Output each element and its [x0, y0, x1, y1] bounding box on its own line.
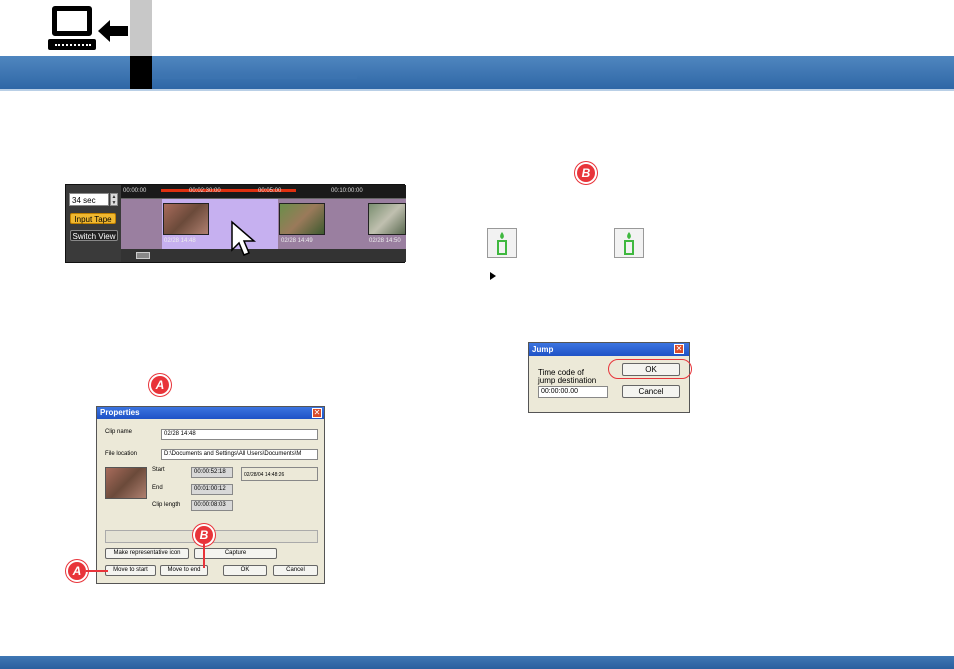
clip-name-field[interactable]: 02/28 14:48 — [161, 429, 318, 440]
file-location-field[interactable]: D:\Documents and Settings\All Users\Docu… — [161, 449, 318, 460]
make-representative-icon-button[interactable]: Make representative icon — [105, 548, 189, 559]
clip-thumbnail[interactable] — [163, 203, 209, 235]
end-label: End — [152, 485, 163, 491]
header-stripe — [152, 75, 357, 79]
jump-cancel-button[interactable]: Cancel — [622, 385, 680, 398]
input-tape-button[interactable]: Input Tape — [70, 213, 116, 224]
header-black-tab — [130, 56, 152, 89]
clip-label: 02/28 14:49 — [281, 238, 313, 244]
keyboard-dots — [55, 44, 91, 46]
scrollbar-thumb[interactable] — [136, 252, 150, 259]
callout-line-a — [86, 570, 108, 572]
ruler-tick: 00:02:30:00 — [189, 188, 221, 194]
marker-b-right: B — [577, 164, 595, 182]
ruler-tick: 00:05:00 — [258, 188, 282, 194]
marker-a-callout: A — [68, 562, 86, 580]
marker-b-badge: B — [195, 526, 213, 544]
clip-length-label: Clip length — [152, 502, 181, 508]
candle-button[interactable] — [487, 228, 517, 258]
move-to-start-button[interactable]: Move to start — [105, 565, 156, 576]
close-icon[interactable]: ✕ — [312, 408, 322, 418]
duration-spinner[interactable]: ▲ ▼ — [110, 193, 118, 206]
clip-length-value: 00:00:08:03 — [191, 500, 233, 511]
close-icon[interactable]: ✕ — [674, 344, 684, 354]
candle-icon — [624, 232, 634, 255]
jump-label-line2: jump destination — [538, 376, 597, 385]
clip-thumbnail[interactable] — [279, 203, 325, 235]
properties-dialog: Properties ✕ Clip name 02/28 14:48 File … — [96, 406, 325, 584]
capture-button[interactable]: Capture — [194, 548, 277, 559]
callout-line-b — [203, 544, 205, 568]
start-label: Start — [152, 467, 165, 473]
switch-view-button[interactable]: Switch View — [70, 230, 118, 241]
duration-field[interactable]: 34 sec — [69, 193, 109, 206]
timecode-input[interactable]: 00:00:00.00 — [538, 386, 608, 398]
ok-highlight-ring — [608, 359, 692, 379]
ruler-tick: 00:10:00:00 — [331, 188, 363, 194]
clip-preview-image — [105, 467, 147, 499]
header-underline — [0, 89, 954, 91]
marker-a-badge: A — [151, 376, 169, 394]
header-gray-tab — [130, 0, 152, 56]
cancel-button[interactable]: Cancel — [273, 565, 318, 576]
candle-button[interactable] — [614, 228, 644, 258]
clip-thumbnail[interactable] — [368, 203, 406, 235]
move-to-end-button[interactable]: Move to end — [160, 565, 208, 576]
start-value: 00:00:52:18 — [191, 467, 233, 478]
file-location-label: File location — [105, 451, 138, 457]
jump-title-bar: Jump — [529, 343, 689, 356]
pointer-cursor-icon — [231, 220, 257, 256]
play-icon — [490, 272, 496, 280]
recorded-datetime: 02/28/04 14:48:26 — [241, 467, 318, 481]
clip-label: 02/28 14:50 — [369, 238, 401, 244]
clip-name-label: Clip name — [105, 429, 133, 435]
computer-monitor-icon — [52, 6, 92, 36]
ok-button[interactable]: OK — [223, 565, 267, 576]
footer-bar — [0, 656, 954, 669]
timeline-scrollbar[interactable] — [121, 249, 406, 262]
ruler-tick: 00:00:00 — [123, 188, 147, 194]
clip-label: 02/28 14:48 — [164, 238, 196, 244]
candle-icon — [497, 232, 507, 255]
end-value: 00:01:00:12 — [191, 484, 233, 495]
properties-title-bar: Properties — [97, 407, 324, 419]
left-arrow-icon — [98, 20, 128, 42]
